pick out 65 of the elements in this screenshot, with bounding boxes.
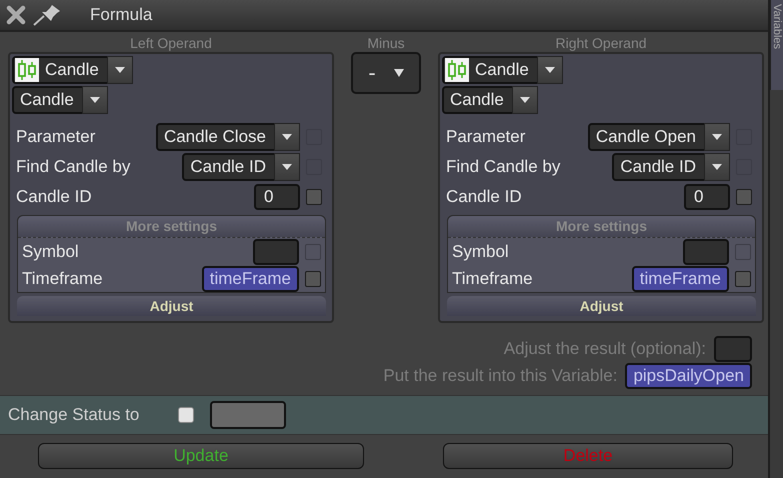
operand-label: Right Operand [555, 34, 647, 52]
checkbox[interactable] [305, 270, 321, 286]
input-field[interactable]: 0 [684, 184, 730, 210]
caret-icon [114, 67, 125, 73]
caret-icon [520, 97, 530, 103]
input-field[interactable] [714, 336, 752, 362]
field-label: Parameter [446, 127, 526, 147]
operator-select[interactable]: - [351, 52, 421, 94]
caret-icon [394, 68, 404, 78]
operator-label: Minus [367, 34, 405, 52]
field-label: Symbol [22, 242, 80, 262]
field-label: Find Candle by [446, 157, 562, 177]
caret-icon [90, 97, 100, 103]
caret-button[interactable] [82, 86, 108, 114]
close-icon[interactable] [6, 5, 26, 25]
caret-icon [544, 67, 555, 73]
field-label: Timeframe [22, 268, 104, 288]
caret-button[interactable] [512, 86, 538, 114]
caret-icon [282, 164, 292, 170]
variable-field[interactable]: timeFrame [632, 266, 729, 292]
caret-icon [712, 164, 722, 170]
field-label: Find Candle by [16, 157, 132, 177]
operand-label: Left Operand [130, 34, 212, 52]
caret-button[interactable] [274, 123, 300, 151]
result-label: Adjust the result (optional): [504, 338, 706, 358]
window-title: Formula [90, 5, 152, 25]
pin-icon[interactable] [32, 3, 62, 27]
action-button[interactable]: Update [38, 443, 364, 469]
status-field[interactable] [210, 401, 286, 429]
caret-icon [282, 134, 292, 140]
caret-button[interactable] [106, 56, 133, 84]
candlestick-icon [15, 58, 39, 82]
input-field[interactable] [683, 238, 729, 264]
parameter-select[interactable]: Candle ID [612, 153, 730, 181]
field-label: Parameter [16, 127, 96, 147]
input-field[interactable]: 0 [254, 184, 300, 210]
field-label: Symbol [452, 242, 510, 262]
variable-field[interactable]: pipsDailyOpen [625, 362, 752, 388]
side-tab[interactable]: Variables [770, 0, 783, 90]
caret-button[interactable] [704, 153, 730, 181]
source-select[interactable]: Candle [12, 56, 133, 84]
field-label: Candle ID [446, 187, 523, 207]
result-label: Put the result into this Variable: [383, 366, 618, 386]
checkbox[interactable] [735, 270, 751, 286]
parameter-select[interactable]: Candle Close [156, 123, 300, 151]
variable-field[interactable]: timeFrame [202, 266, 299, 292]
checkbox[interactable] [736, 189, 752, 205]
parameter-select[interactable]: Candle Open [588, 123, 730, 151]
adjust-header[interactable]: Adjust [447, 296, 756, 316]
field-label: Timeframe [452, 268, 534, 288]
field-label: Candle ID [16, 187, 93, 207]
caret-icon [712, 134, 722, 140]
caret-button[interactable] [274, 153, 300, 181]
adjust-header[interactable]: Adjust [17, 296, 326, 316]
source-select[interactable]: Candle [442, 56, 563, 84]
candlestick-icon [445, 58, 469, 82]
type-select[interactable]: Candle [442, 86, 538, 114]
parameter-select[interactable]: Candle ID [182, 153, 300, 181]
checkbox[interactable] [178, 407, 194, 423]
caret-button[interactable] [536, 56, 563, 84]
input-field[interactable] [253, 238, 299, 264]
caret-button[interactable] [704, 123, 730, 151]
type-select[interactable]: Candle [12, 86, 108, 114]
checkbox[interactable] [306, 189, 322, 205]
status-label: Change Status to [8, 405, 140, 425]
